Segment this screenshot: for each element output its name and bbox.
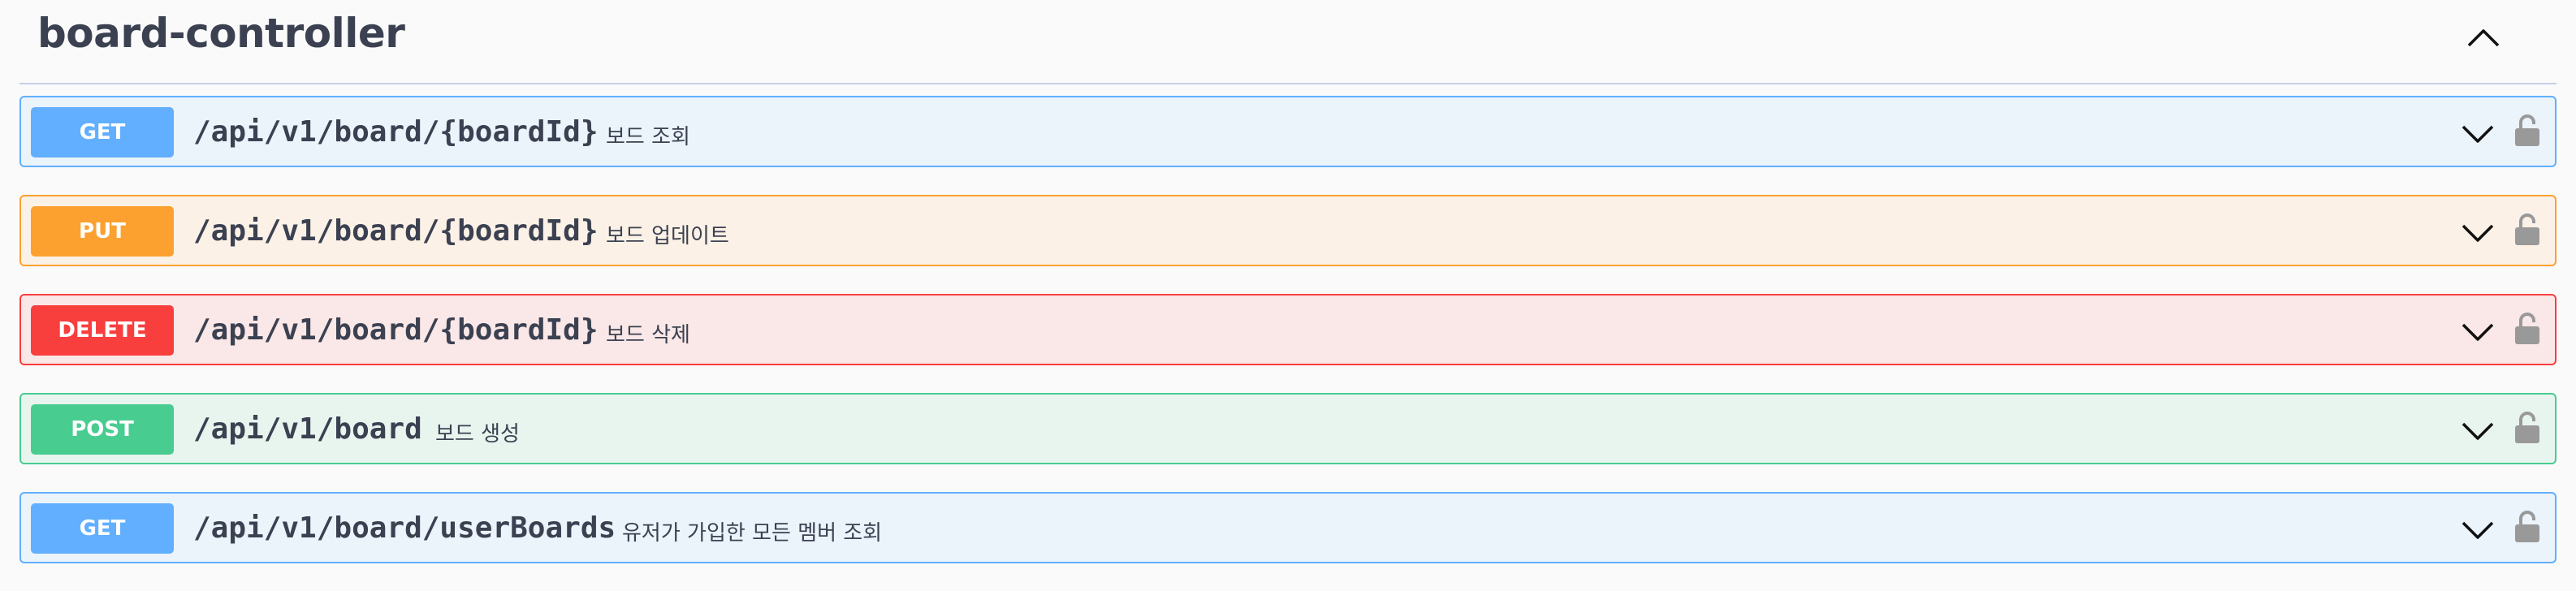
chevron-down-icon <box>2461 422 2494 440</box>
authorize-lock-button[interactable] <box>2511 308 2544 349</box>
operation-summary: 유저가 가입한 모든 멤버 조회 <box>622 521 883 546</box>
expand-button[interactable] <box>2457 414 2498 446</box>
method-badge: PUT <box>31 206 174 257</box>
operation-path: /api/v1/board/{boardId} <box>193 115 599 149</box>
operation-post-board[interactable]: POST /api/v1/board 보드 생성 <box>19 393 2557 464</box>
method-badge: POST <box>31 404 174 455</box>
operation-get-user-boards[interactable]: GET /api/v1/board/userBoards 유저가 가입한 모든 … <box>19 492 2557 563</box>
unlocked-icon <box>2515 511 2539 542</box>
operation-summary: 보드 생성 <box>435 422 520 446</box>
authorize-lock-button[interactable] <box>2511 209 2544 250</box>
operation-summary: 보드 삭제 <box>606 323 690 347</box>
unlocked-icon <box>2515 313 2539 344</box>
chevron-down-icon <box>2461 125 2494 143</box>
operation-path: /api/v1/board <box>193 412 422 446</box>
unlocked-icon <box>2515 114 2539 146</box>
chevron-down-icon <box>2461 323 2494 341</box>
operation-path: /api/v1/board/{boardId} <box>193 214 599 248</box>
collapse-button[interactable] <box>2459 19 2508 55</box>
operation-path: /api/v1/board/userBoards <box>193 511 616 545</box>
tag-header[interactable]: board-controller <box>19 0 2557 84</box>
expand-button[interactable] <box>2457 513 2498 546</box>
operation-summary: 보드 조회 <box>606 125 690 149</box>
method-badge: GET <box>31 503 174 554</box>
operation-delete-board[interactable]: DELETE /api/v1/board/{boardId} 보드 삭제 <box>19 294 2557 365</box>
expand-button[interactable] <box>2457 315 2498 347</box>
chevron-down-icon <box>2461 224 2494 242</box>
method-badge: DELETE <box>31 305 174 356</box>
tag-title: board-controller <box>37 10 405 57</box>
authorize-lock-button[interactable] <box>2511 110 2544 151</box>
method-badge: GET <box>31 107 174 157</box>
operation-path: /api/v1/board/{boardId} <box>193 313 599 347</box>
unlocked-icon <box>2515 412 2539 443</box>
tag-section-board-controller: board-controller GET /api/v1/board/{boar… <box>19 0 2557 563</box>
expand-button[interactable] <box>2457 117 2498 149</box>
unlocked-icon <box>2515 214 2539 245</box>
operation-get-board[interactable]: GET /api/v1/board/{boardId} 보드 조회 <box>19 96 2557 167</box>
operation-put-board[interactable]: PUT /api/v1/board/{boardId} 보드 업데이트 <box>19 195 2557 266</box>
chevron-up-icon <box>2467 29 2500 47</box>
expand-button[interactable] <box>2457 216 2498 248</box>
operation-summary: 보드 업데이트 <box>606 224 729 248</box>
authorize-lock-button[interactable] <box>2511 408 2544 448</box>
chevron-down-icon <box>2461 521 2494 539</box>
authorize-lock-button[interactable] <box>2511 507 2544 547</box>
